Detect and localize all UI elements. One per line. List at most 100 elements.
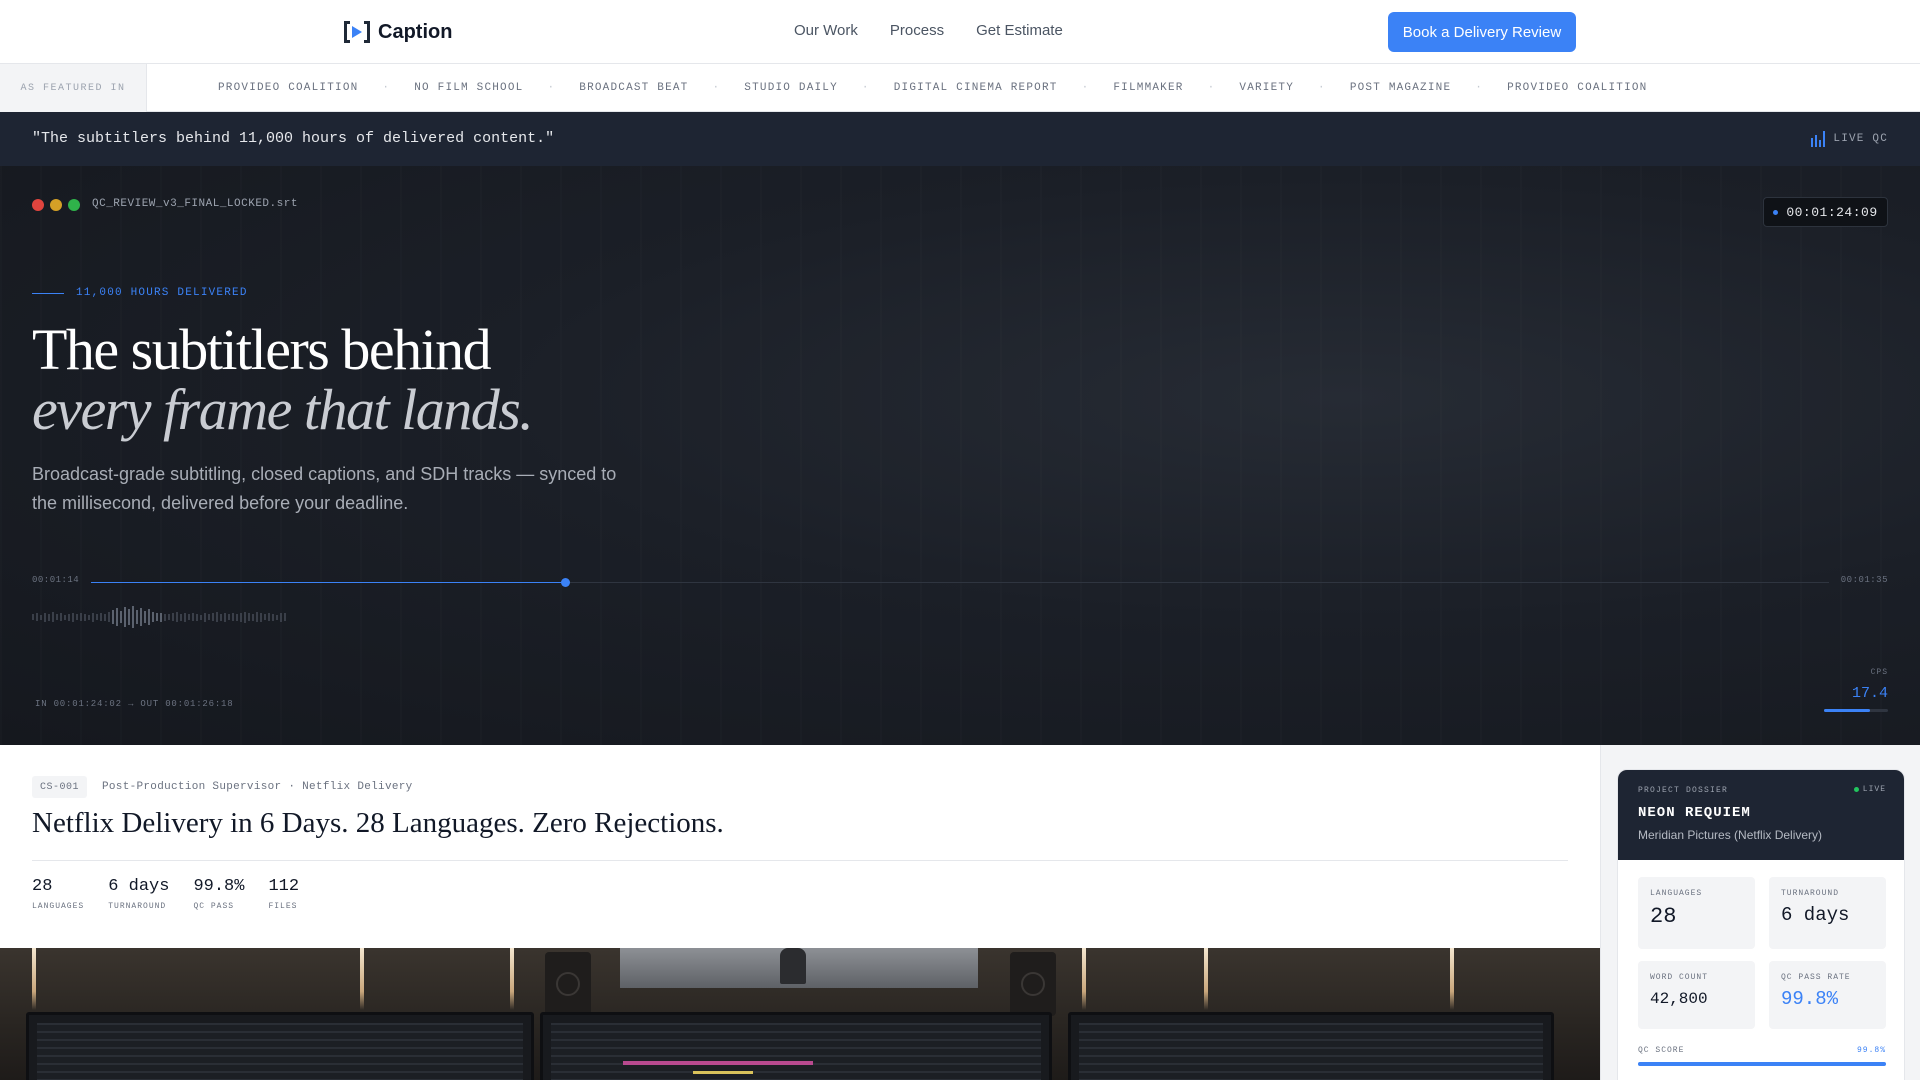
stat-qc-pass: 99.8% QC PASS [193, 877, 244, 911]
featured-label: AS FEATURED IN [0, 64, 147, 112]
dossier-live-badge: LIVE [1853, 785, 1886, 794]
project-client: Meridian Pictures (Netflix Delivery) [1638, 828, 1823, 842]
stat-label: QC PASS [193, 902, 235, 911]
project-dossier-card: PROJECT DOSSIER LIVE NEON REQUIEM Meridi… [1617, 769, 1905, 1080]
timecode-display: 00:01:24:09 [1763, 197, 1888, 227]
metric-key: TURNAROUND [1781, 889, 1840, 898]
nav-link-get-estimate[interactable]: Get Estimate [976, 22, 1063, 39]
top-nav: Caption Our Work Process Get Estimate Bo… [0, 0, 1920, 64]
metric-value: 42,800 [1650, 990, 1708, 1008]
case-study: CS-001 Post-Production Supervisor · Netf… [0, 745, 1600, 948]
timeline-start-time: 00:01:14 [32, 575, 80, 585]
nav-link-process[interactable]: Process [890, 22, 944, 39]
timecode-value: 00:01:24:09 [1786, 204, 1878, 220]
metric-key: LANGUAGES [1650, 889, 1703, 898]
studio-monitor-center [540, 1012, 1052, 1080]
metric-value: 6 days [1781, 904, 1850, 926]
studio-monitor-left [26, 1012, 534, 1080]
featured-separator: · [712, 82, 721, 94]
qc-score-fill [1638, 1062, 1886, 1066]
divider [32, 860, 1568, 861]
minimize-dot-icon [50, 199, 62, 211]
cps-meter-fill [1824, 709, 1871, 712]
live-dot-icon [1853, 787, 1859, 792]
featured-outlet: DIGITAL CINEMA REPORT [893, 82, 1058, 94]
window-controls [32, 199, 80, 211]
live-qc-status: LIVE QC [1811, 131, 1888, 147]
studio-figure [780, 948, 806, 984]
eyebrow-text: 11,000 HOURS DELIVERED [76, 287, 248, 299]
metric-languages: LANGUAGES 28 [1638, 877, 1755, 949]
caption-logo-icon [344, 20, 370, 44]
featured-outlet: STUDIO DAILY [744, 82, 838, 94]
brand-name: Caption [378, 20, 453, 43]
dossier-header: PROJECT DOSSIER LIVE NEON REQUIEM Meridi… [1618, 770, 1904, 860]
featured-separator: · [1318, 82, 1326, 94]
featured-strip: AS FEATURED IN PROVIDEO COALITION · NO FIL… [0, 64, 1920, 112]
hero-player: QC_REVIEW_v3_FINAL_LOCKED.srt 00:01:24:0… [0, 166, 1920, 745]
metric-qc-pass-rate: QC PASS RATE 99.8% [1769, 961, 1886, 1029]
featured-outlet: PROVIDEO COALITION [1507, 82, 1648, 94]
live-qc-label: LIVE QC [1833, 133, 1888, 145]
cps-value: 17.4 [1851, 685, 1888, 702]
live-label: LIVE [1862, 785, 1886, 794]
hero-title-line2: every frame that lands. [32, 377, 534, 442]
studio-photo [0, 948, 1600, 1080]
cps-meter [1824, 709, 1888, 712]
featured-outlet: NO FILM SCHOOL [414, 82, 524, 94]
hero-title: The subtitlers behind every frame that l… [32, 317, 534, 442]
brand-logo[interactable]: Caption [344, 18, 452, 46]
featured-separator: · [547, 82, 556, 94]
stat-label: LANGUAGES [32, 902, 85, 911]
nav-links: Our Work Process Get Estimate [794, 22, 1063, 39]
stat-files: 112 FILES [268, 877, 299, 911]
hero-title-line1: The subtitlers behind [32, 317, 492, 382]
featured-outlet: BROADCAST BEAT [579, 82, 689, 94]
metric-key: QC PASS RATE [1781, 973, 1851, 982]
featured-separator: · [1207, 82, 1216, 94]
metric-value: 28 [1650, 904, 1677, 929]
metric-turnaround: TURNAROUND 6 days [1769, 877, 1886, 949]
quote-bar: "The subtitlers behind 11,000 hours of d… [0, 112, 1920, 166]
nav-link-our-work[interactable]: Our Work [794, 22, 858, 39]
stat-turnaround: 6 days TURNAROUND [108, 877, 169, 911]
stat-label: FILES [268, 902, 298, 911]
eyebrow-rule [32, 292, 64, 294]
metric-value: 99.8% [1781, 988, 1839, 1010]
file-name: QC_REVIEW_v3_FINAL_LOCKED.srt [92, 198, 298, 210]
stat-value: 6 days [108, 877, 170, 896]
waveform-icon [32, 606, 286, 628]
hero-quote: "The subtitlers behind 11,000 hours of d… [32, 130, 555, 147]
maximize-dot-icon [68, 199, 80, 211]
project-name: NEON REQUIEM [1638, 805, 1751, 821]
featured-outlet: VARIETY [1239, 82, 1295, 94]
dossier-metrics: LANGUAGES 28 TURNAROUND 6 days WORD COUN… [1638, 877, 1886, 1029]
case-title: Netflix Delivery in 6 Days. 28 Languages… [32, 807, 724, 839]
stat-value: 99.8% [193, 877, 245, 896]
qc-score-row: QC SCORE 99.8% [1638, 1046, 1886, 1055]
cps-label: CPS [1870, 668, 1888, 677]
metric-key: WORD COUNT [1650, 973, 1709, 982]
in-out-points: IN 00:01:24:02 → OUT 00:01:26:18 [35, 699, 234, 709]
qc-score-value: 99.8% [1856, 1046, 1886, 1055]
qc-score-label: QC SCORE [1638, 1046, 1685, 1055]
featured-separator: · [1081, 82, 1090, 94]
featured-separator: · [861, 82, 870, 94]
featured-separator: · [382, 82, 391, 94]
timeline-end-time: 00:01:35 [1840, 575, 1888, 585]
stat-value: 112 [268, 877, 300, 896]
hero-subtitle: Broadcast-grade subtitling, closed capti… [32, 464, 617, 513]
close-dot-icon [32, 199, 44, 211]
timeline-scrubber[interactable] [91, 578, 1829, 587]
studio-monitor-right [1068, 1012, 1554, 1080]
featured-outlet: FILMMAKER [1113, 82, 1184, 94]
stat-label: TURNAROUND [108, 902, 167, 911]
book-delivery-review-button[interactable]: Book a Delivery Review [1388, 12, 1576, 52]
featured-outlet: PROVIDEO COALITION [218, 82, 359, 94]
timeline-progress [91, 582, 566, 583]
stat-languages: 28 LANGUAGES [32, 877, 84, 911]
metric-word-count: WORD COUNT 42,800 [1638, 961, 1755, 1029]
record-dot-icon [1773, 209, 1779, 215]
featured-list: PROVIDEO COALITION · NO FILM SCHOOL · BROADC… [147, 64, 1920, 112]
case-meta: Post-Production Supervisor · Netflix Del… [102, 781, 413, 793]
